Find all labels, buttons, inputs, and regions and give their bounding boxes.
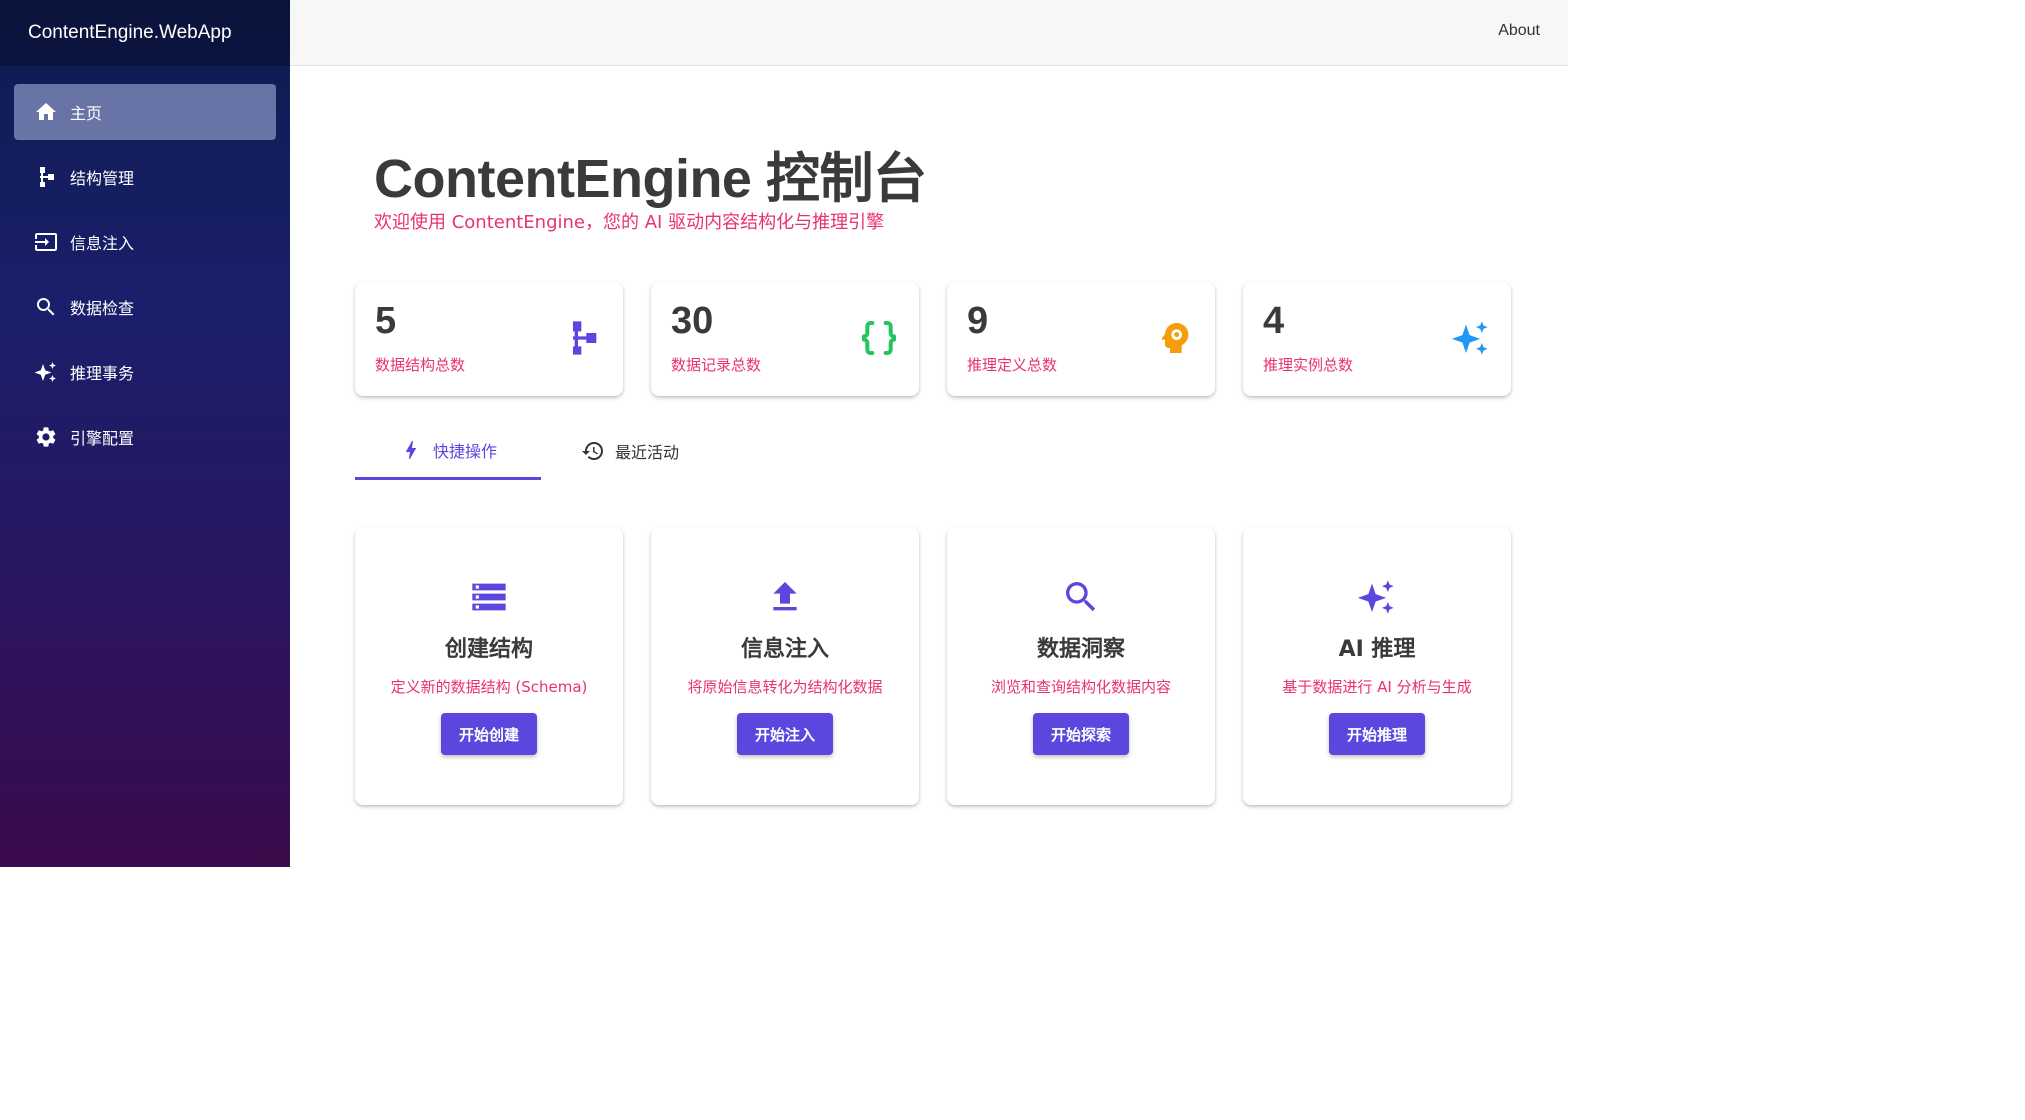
sparkles-icon xyxy=(1357,580,1394,614)
braces-icon xyxy=(862,321,896,355)
history-icon xyxy=(581,442,603,460)
action-card-ingest: 信息注入 将原始信息转化为结构化数据 开始注入 xyxy=(651,527,919,805)
tab-recent-activity[interactable]: 最近活动 xyxy=(565,422,695,480)
stat-label: 数据结构总数 xyxy=(375,356,466,374)
action-card-description: 浏览和查询结构化数据内容 xyxy=(990,678,1171,696)
action-card-create-schema: 创建结构 定义新的数据结构 (Schema) 开始创建 xyxy=(355,527,623,805)
sidebar-item-label: 推理事务 xyxy=(70,364,135,383)
tab-label: 最近活动 xyxy=(614,443,679,462)
stat-label: 数据记录总数 xyxy=(671,356,762,374)
action-card-data-insight: 数据洞察 浏览和查询结构化数据内容 开始探索 xyxy=(947,527,1215,805)
app-brand[interactable]: ContentEngine.WebApp xyxy=(0,0,290,66)
sidebar-item-label: 引擎配置 xyxy=(70,429,135,448)
top-bar: About xyxy=(290,0,1568,66)
about-link[interactable]: About xyxy=(1498,22,1540,40)
search-icon xyxy=(1066,582,1096,612)
stat-value: 4 xyxy=(1263,300,1285,342)
action-card-title: 数据洞察 xyxy=(1036,637,1125,662)
page-title: ContentEngine 控制台 xyxy=(374,149,927,209)
start-explore-button[interactable]: 开始探索 xyxy=(1032,713,1129,755)
storage-icon xyxy=(472,583,506,611)
sidebar-item-label: 结构管理 xyxy=(70,169,135,188)
action-card-ai-inference: AI 推理 基于数据进行 AI 分析与生成 开始推理 xyxy=(1243,527,1511,805)
stat-card-inference-instances: 4 推理实例总数 xyxy=(1243,282,1511,396)
start-ingest-button[interactable]: 开始注入 xyxy=(736,713,833,755)
schema-icon xyxy=(573,321,597,355)
stat-card-records: 30 数据记录总数 xyxy=(651,282,919,396)
sidebar-item-data-check[interactable]: 数据检查 xyxy=(14,279,276,335)
start-inference-button[interactable]: 开始推理 xyxy=(1328,713,1425,755)
psychology-icon xyxy=(1161,322,1189,353)
home-icon xyxy=(36,103,56,120)
sidebar-nav: 主页 结构管理 信息注入 数据检查 推理事务 引擎配置 xyxy=(0,66,290,465)
stat-value: 30 xyxy=(671,300,714,342)
sidebar-item-ingest[interactable]: 信息注入 xyxy=(14,214,276,270)
stat-value: 5 xyxy=(375,300,397,342)
sparkles-icon xyxy=(34,362,56,382)
gear-icon xyxy=(36,427,56,447)
main-content: ContentEngine 控制台 欢迎使用 ContentEngine，您的 … xyxy=(290,66,1568,867)
tab-label: 快捷操作 xyxy=(432,441,497,461)
sidebar-item-home[interactable]: 主页 xyxy=(14,84,276,140)
action-card-description: 定义新的数据结构 (Schema) xyxy=(390,678,588,696)
app-root: ContentEngine.WebApp 主页 结构管理 信息注入 数据检查 推… xyxy=(0,0,1568,867)
search-icon xyxy=(37,298,55,316)
sidebar: ContentEngine.WebApp 主页 结构管理 信息注入 数据检查 推… xyxy=(0,0,290,867)
tab-quick-actions[interactable]: 快捷操作 xyxy=(355,422,541,480)
start-create-button[interactable]: 开始创建 xyxy=(440,713,537,755)
sidebar-item-label: 信息注入 xyxy=(70,234,135,253)
sidebar-item-label: 主页 xyxy=(70,104,103,123)
stat-label: 推理实例总数 xyxy=(1263,356,1354,374)
action-card-title: 创建结构 xyxy=(444,637,533,662)
sidebar-item-engine-config[interactable]: 引擎配置 xyxy=(14,409,276,465)
sidebar-item-schema[interactable]: 结构管理 xyxy=(14,149,276,205)
page-subtitle: 欢迎使用 ContentEngine，您的 AI 驱动内容结构化与推理引擎 xyxy=(374,212,885,233)
input-icon xyxy=(35,233,57,251)
schema-icon xyxy=(40,167,54,187)
action-card-title: AI 推理 xyxy=(1338,637,1416,662)
sparkles-icon xyxy=(1451,321,1488,355)
action-card-title: 信息注入 xyxy=(740,637,829,662)
stat-label: 推理定义总数 xyxy=(967,356,1058,374)
stat-card-inference-definitions: 9 推理定义总数 xyxy=(947,282,1215,396)
sidebar-item-label: 数据检查 xyxy=(70,299,135,318)
tab-bar: 快捷操作 最近活动 xyxy=(355,422,955,480)
action-card-description: 将原始信息转化为结构化数据 xyxy=(687,678,883,696)
sidebar-item-inference[interactable]: 推理事务 xyxy=(14,344,276,400)
action-card-description: 基于数据进行 AI 分析与生成 xyxy=(1282,678,1472,696)
upload-icon xyxy=(773,582,797,611)
stat-value: 9 xyxy=(967,300,989,342)
stat-card-schemas: 5 数据结构总数 xyxy=(355,282,623,396)
bolt-icon xyxy=(405,440,416,459)
